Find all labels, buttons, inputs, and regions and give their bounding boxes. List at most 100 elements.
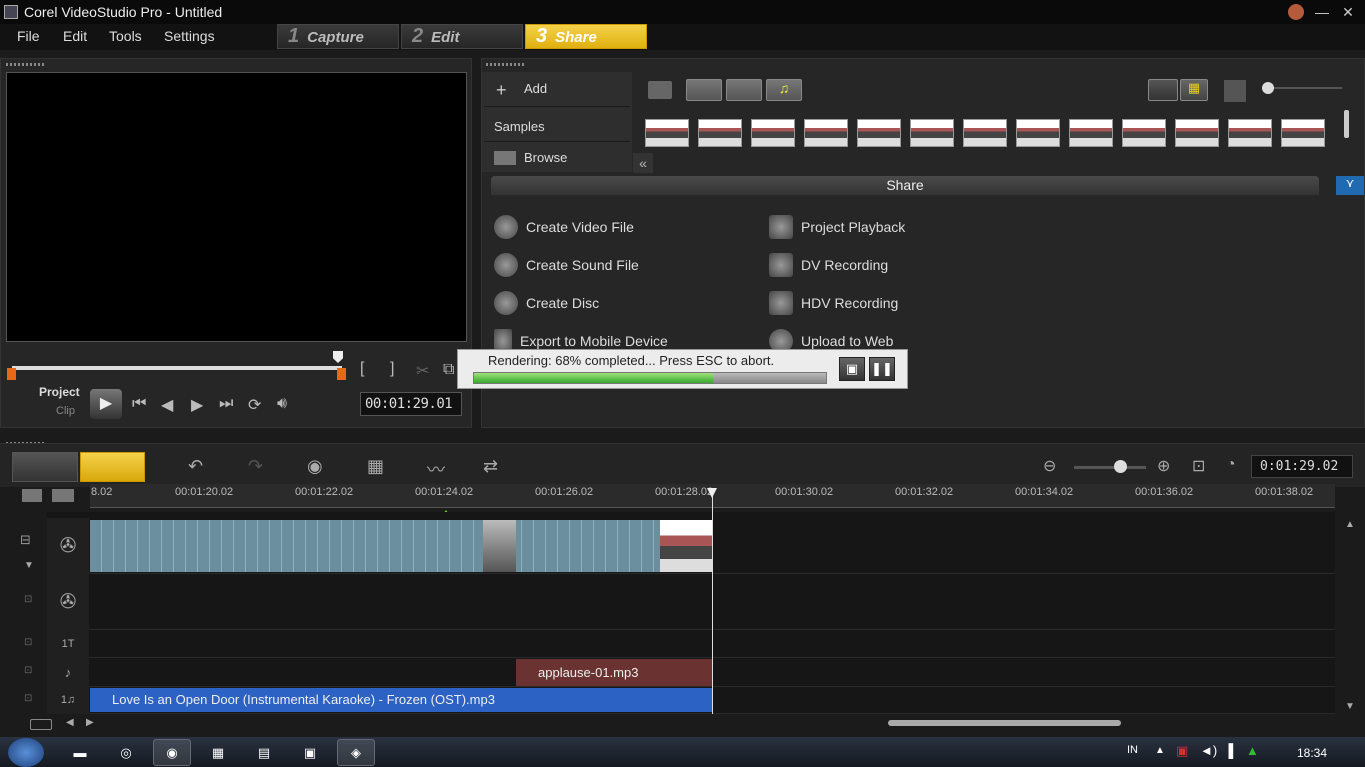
zoom-slider-knob[interactable] <box>1114 460 1127 473</box>
media-thumbnail[interactable] <box>645 119 689 147</box>
record-capture-icon[interactable]: ◉ <box>307 456 323 477</box>
tab-edit[interactable]: 2 Edit <box>401 24 523 49</box>
smart-proxy-icon[interactable]: ▦ <box>367 456 384 477</box>
show-photos-button[interactable] <box>726 79 762 101</box>
pause-button[interactable]: ❚❚ <box>869 357 895 381</box>
end-icon[interactable]: ⏭ <box>219 395 233 413</box>
fit-project-icon[interactable]: ⊡ <box>1192 456 1205 476</box>
start-button[interactable] <box>8 738 44 767</box>
samples-folder[interactable]: Samples <box>494 119 545 134</box>
next-frame-icon[interactable]: ▶ <box>191 395 203 415</box>
media-thumbnail[interactable] <box>1228 119 1272 147</box>
calculator-icon[interactable]: ▦ <box>199 739 237 766</box>
panel-grip[interactable] <box>6 63 46 66</box>
add-button[interactable]: Add <box>524 81 547 96</box>
scroll-project-icon[interactable] <box>30 719 52 730</box>
timeline-playhead[interactable] <box>712 490 713 714</box>
menu-settings[interactable]: Settings <box>164 28 215 44</box>
video-track-icon[interactable]: ✇ <box>47 518 89 574</box>
library-scrollbar[interactable] <box>1344 110 1349 138</box>
drive-sync-icon[interactable]: ▲ <box>1246 743 1259 758</box>
title-track-icon[interactable]: 1T <box>47 630 89 658</box>
browse-button[interactable]: Browse <box>524 150 567 165</box>
undo-icon[interactable]: ↶ <box>188 456 203 477</box>
lock-icon[interactable]: ⊡ <box>24 594 32 605</box>
explorer-icon[interactable]: ▬ <box>61 739 99 766</box>
sort-icon[interactable] <box>1224 80 1246 102</box>
home-icon[interactable]: ⏮ <box>132 395 146 413</box>
previous-frame-icon[interactable]: ◀ <box>161 395 173 415</box>
signal-icon[interactable]: ▐ <box>1224 743 1233 758</box>
thumbnail-view-icon[interactable]: ▦ <box>1180 79 1208 101</box>
auto-music-icon[interactable]: ⇄ <box>483 456 498 477</box>
trim-end-handle[interactable] <box>337 368 346 380</box>
media-thumbnail[interactable] <box>751 119 795 147</box>
clip-mode-label[interactable]: Clip <box>56 405 75 417</box>
system-clock[interactable]: 18:34 <box>1297 746 1327 760</box>
media-thumbnail[interactable] <box>698 119 742 147</box>
settings-globe-icon[interactable] <box>1288 4 1304 20</box>
create-disc-option[interactable]: Create Disc <box>494 291 599 315</box>
mark-in-button[interactable]: [ <box>360 360 364 378</box>
photo-clip[interactable] <box>660 520 712 572</box>
media-thumbnail[interactable] <box>1016 119 1060 147</box>
collapse-library-button[interactable]: « <box>633 153 653 173</box>
files-icon[interactable]: ▤ <box>245 739 283 766</box>
media-thumbnail[interactable] <box>1122 119 1166 147</box>
show-videos-button[interactable] <box>686 79 722 101</box>
add-icon[interactable]: + <box>496 80 507 101</box>
dropdown-arrow-icon[interactable]: ▼ <box>24 560 34 571</box>
media-thumbnail[interactable] <box>963 119 1007 147</box>
media-player-icon[interactable]: ◎ <box>107 739 145 766</box>
media-thumbnail[interactable] <box>1175 119 1219 147</box>
trim-start-handle[interactable] <box>7 368 16 380</box>
scroll-right-icon[interactable]: ▶ <box>86 717 94 728</box>
timeline-timecode[interactable]: 0:01:29.02 <box>1251 455 1353 478</box>
zoom-in-icon[interactable]: ⊕ <box>1157 456 1170 476</box>
media-thumbnail[interactable] <box>1069 119 1113 147</box>
zoom-slider[interactable] <box>1074 466 1146 469</box>
ripple-edit-icon[interactable]: ⊟ <box>20 532 31 548</box>
enlarge-icon[interactable]: ⧉ <box>443 361 454 379</box>
chapter-icon[interactable] <box>52 489 74 502</box>
network-alert-icon[interactable]: ▣ <box>1176 743 1188 759</box>
track-manager-icon[interactable] <box>22 489 42 502</box>
lock-icon[interactable]: ⊡ <box>24 665 32 676</box>
close-button[interactable]: ✕ <box>1339 3 1357 21</box>
media-thumbnail[interactable] <box>804 119 848 147</box>
list-view-icon[interactable] <box>1148 79 1178 101</box>
music-clip[interactable]: Love Is an Open Door (Instrumental Karao… <box>90 688 712 712</box>
scrubber-bar[interactable] <box>12 366 342 370</box>
overlay-track-icon[interactable]: ✇ <box>47 574 89 630</box>
thumbnail-size-slider[interactable] <box>1264 87 1342 89</box>
zoom-out-icon[interactable]: ⊖ <box>1043 456 1056 476</box>
project-playback-option[interactable]: Project Playback <box>769 215 905 239</box>
menu-edit[interactable]: Edit <box>63 28 87 44</box>
sound-clip[interactable]: applause-01.mp3 <box>516 659 712 686</box>
panel-grip[interactable] <box>486 63 526 66</box>
speaker-icon[interactable]: ◄) <box>1200 743 1217 758</box>
audio-mixer-icon[interactable]: 〰 <box>427 456 445 482</box>
menu-file[interactable]: File <box>17 28 40 44</box>
lock-icon[interactable]: ⊡ <box>24 637 32 648</box>
media-thumbnail[interactable] <box>857 119 901 147</box>
scroll-down-icon[interactable]: ▼ <box>1345 701 1355 712</box>
mark-out-button[interactable]: ] <box>390 360 394 378</box>
music-track-icon[interactable]: 1♫ <box>47 687 89 714</box>
photo-clip[interactable] <box>483 520 516 572</box>
volume-icon[interactable]: 🔊︎ <box>277 395 287 413</box>
create-video-file-option[interactable]: Create Video File <box>494 215 634 239</box>
horizontal-scrollbar[interactable] <box>888 720 1121 726</box>
storyboard-view-button[interactable] <box>12 452 78 482</box>
browse-icon[interactable] <box>494 151 516 165</box>
folder-icon[interactable] <box>648 81 672 99</box>
videostudio-icon[interactable]: ◈ <box>337 739 375 766</box>
scroll-left-icon[interactable]: ◀ <box>66 717 74 728</box>
language-indicator[interactable]: IN <box>1127 744 1138 756</box>
options-toggle-icon[interactable]: ⋎ <box>1336 176 1364 195</box>
video-clip[interactable] <box>90 520 712 572</box>
repeat-icon[interactable]: ⟳ <box>248 395 261 415</box>
preview-toggle-button[interactable]: ▣ <box>839 357 865 381</box>
project-mode-label[interactable]: Project <box>39 385 80 399</box>
scroll-up-icon[interactable]: ▲ <box>1345 519 1355 530</box>
